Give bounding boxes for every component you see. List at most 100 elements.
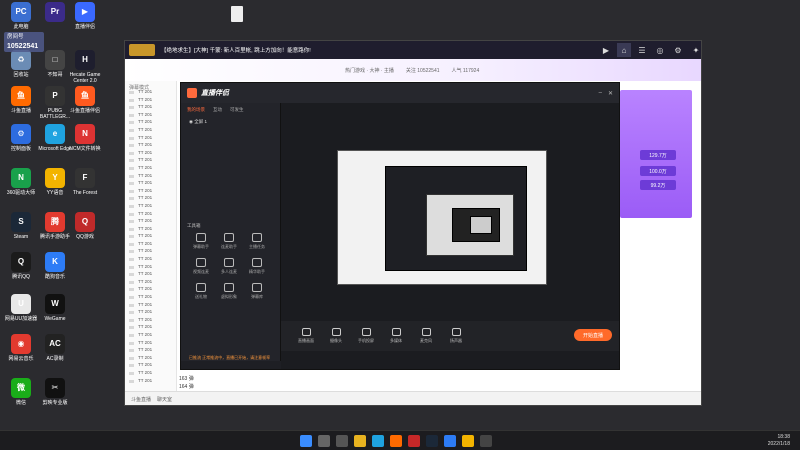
desktop-icon[interactable]: ◉ 网易云音乐 [4,334,38,362]
tool-button[interactable]: 连麦助手 [215,233,243,250]
source-button[interactable]: 麦克风 [415,328,437,344]
list-item[interactable]: TT 201 [125,370,176,378]
desktop-icon[interactable]: ▶ 直播伴侣 [68,2,102,30]
list-item[interactable]: TT 201 [125,271,176,279]
start-live-button[interactable]: 开始直播 [574,329,612,341]
list-item[interactable]: TT 201 [125,203,176,211]
list-item[interactable]: TT 201 [125,378,176,386]
folder-icon[interactable] [354,435,366,447]
list-item[interactable]: TT 201 [125,104,176,112]
player-icon[interactable]: ▶ [599,43,613,57]
app-icon-1[interactable] [408,435,420,447]
list-item[interactable]: TT 201 [125,294,176,302]
source-button[interactable]: 直播画面 [295,328,317,344]
tool-button[interactable]: 精华助手 [243,258,271,275]
desktop-icon[interactable]: N 360驱动大师 [4,168,38,196]
tool-button[interactable]: 主播任务 [243,233,271,250]
list-item[interactable]: TT 201 [125,248,176,256]
desktop-icon[interactable]: ⚙ 控制面板 [4,124,38,152]
desktop-icon[interactable]: 微微信 [4,378,38,406]
eye-icon[interactable]: ◉ [189,119,193,124]
minimize-icon[interactable]: – [599,90,602,96]
desktop-icon[interactable]: H Hecate Game Center 2.0 [68,50,102,84]
desktop-icon[interactable]: e Microsoft Edge [38,124,72,152]
desktop-icon[interactable]: Q QQ游戏 [68,212,102,240]
search-icon[interactable] [318,435,330,447]
desktop-icon[interactable]: N NCM文件转换 [68,124,102,152]
list-item[interactable]: TT 201 [125,347,176,355]
desktop-icon[interactable]: 鱼斗鱼直播 [4,86,38,114]
list-item[interactable]: TT 201 [125,150,176,158]
close-icon[interactable]: ✕ [608,90,613,97]
list-item[interactable]: TT 201 [125,355,176,363]
list-item[interactable]: TT 201 [125,97,176,105]
document-icon[interactable] [231,6,243,22]
source-button[interactable]: 多媒体 [385,328,407,344]
app-icon-2[interactable] [444,435,456,447]
tool-button[interactable]: 弹幕助手 [187,233,215,250]
tool-button[interactable]: 虚拟形象 [215,283,243,300]
source-button[interactable]: 摄像头 [325,328,347,344]
game-icon[interactable]: ◎ [653,43,667,57]
desktop-icon[interactable]: K 酷狗音乐 [38,252,72,280]
desktop-icon[interactable]: S Steam [4,212,38,240]
source-button[interactable]: 手机投屏 [355,328,377,344]
desktop-icon[interactable]: W WeGame [38,294,72,322]
tab-scenes[interactable]: 我的场景 [187,107,205,113]
desktop-icon[interactable]: Q 腾讯QQ [4,252,38,280]
app-icon-4[interactable] [480,435,492,447]
list-item[interactable]: TT 201 [125,340,176,348]
desktop-icon[interactable]: 鱼斗鱼直播伴侣 [68,86,102,114]
list-item[interactable]: TT 201 [125,165,176,173]
list-item[interactable]: TT 201 [125,119,176,127]
settings-icon[interactable]: ⚙ [671,43,685,57]
desktop-icon[interactable]: 腾腾讯手游助手 [38,212,72,240]
start-icon[interactable] [300,435,312,447]
tab-other[interactable]: 可发生 [230,107,244,113]
douyu-icon[interactable] [390,435,402,447]
source-button[interactable]: 扬声器 [445,328,467,344]
clock[interactable]: 18:38 2022/1/18 [768,434,790,448]
list-icon[interactable]: ☰ [635,43,649,57]
tool-button[interactable]: 视频连麦 [187,258,215,275]
tool-button[interactable]: 多人连麦 [215,258,243,275]
desktop-icon[interactable]: AC AC录制 [38,334,72,362]
list-item[interactable]: TT 201 [125,188,176,196]
desktop-icon[interactable]: U 网易UU加速器 [4,294,38,322]
desktop-icon[interactable]: Pr [38,2,72,24]
app-icon-3[interactable] [462,435,474,447]
list-item[interactable]: TT 201 [125,226,176,234]
list-item[interactable]: TT 201 [125,218,176,226]
list-item[interactable]: TT 201 [125,157,176,165]
desktop-icon[interactable]: PC 此电脑 [4,2,38,30]
desktop-icon[interactable]: □ 不知哥 [38,50,72,78]
edge-icon[interactable] [372,435,384,447]
tool-button[interactable]: 弹幕库 [243,283,271,300]
desktop-icon[interactable]: Y YY语音 [38,168,72,196]
home-icon[interactable]: ⌂ [617,43,631,57]
list-item[interactable]: TT 201 [125,279,176,287]
list-item[interactable]: TT 201 [125,211,176,219]
list-item[interactable]: TT 201 [125,89,176,97]
desktop-icon[interactable]: ♻ 回收站 [4,50,38,78]
list-item[interactable]: TT 201 [125,173,176,181]
scene-item[interactable]: ◉ 全屏 1 [181,117,280,127]
list-item[interactable]: TT 201 [125,233,176,241]
list-item[interactable]: TT 201 [125,195,176,203]
tool-button[interactable]: 送礼物 [187,283,215,300]
list-item[interactable]: TT 201 [125,324,176,332]
danmu-list[interactable]: 弹幕模式 TT 201 TT 201 TT 201 TT 201 TT 201 TT 20… [125,81,177,391]
list-item[interactable]: TT 201 [125,180,176,188]
list-item[interactable]: TT 201 [125,317,176,325]
desktop-icon[interactable]: F The Forest [68,168,102,196]
list-item[interactable]: TT 201 [125,127,176,135]
list-item[interactable]: TT 201 [125,112,176,120]
desktop-icon[interactable]: P PUBG BATTLEGR... [38,86,72,120]
list-item[interactable]: TT 201 [125,135,176,143]
list-item[interactable]: TT 201 [125,142,176,150]
list-item[interactable]: TT 201 [125,256,176,264]
tab-interact[interactable]: 互动 [213,107,222,113]
steam-icon[interactable] [426,435,438,447]
list-item[interactable]: TT 201 [125,302,176,310]
pad-icon[interactable]: ✦ [689,43,701,57]
